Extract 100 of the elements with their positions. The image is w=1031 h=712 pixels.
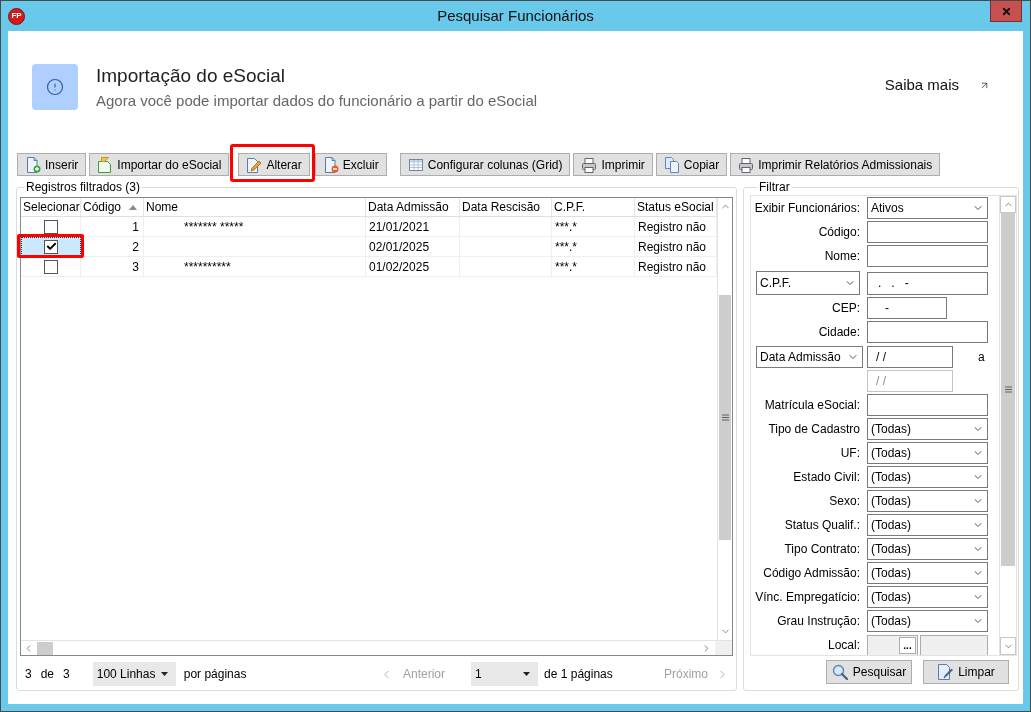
close-button[interactable] xyxy=(990,1,1022,22)
browse-button[interactable]: ... xyxy=(899,637,916,654)
delete-button[interactable]: Excluir xyxy=(314,153,387,176)
dropdown[interactable]: (Todas) xyxy=(867,466,988,488)
dropdown[interactable]: (Todas) xyxy=(867,514,988,536)
of-label: de xyxy=(40,666,55,683)
table-cell-text: ***.* xyxy=(555,238,577,256)
check-icon xyxy=(45,241,57,252)
dropdown[interactable]: (Todas) xyxy=(867,610,988,632)
column-header[interactable]: Status eSocial xyxy=(635,198,717,216)
dropdown[interactable]: (Todas) xyxy=(867,538,988,560)
table-cell-text: 21/01/2021 xyxy=(369,218,430,236)
insert-button[interactable]: Inserir xyxy=(17,153,87,176)
printer-icon xyxy=(581,156,598,173)
field-label: UF: xyxy=(840,445,860,462)
lookup-field[interactable] xyxy=(920,635,988,655)
page-count-label: de 1 páginas xyxy=(544,666,613,683)
dropdown[interactable]: (Todas) xyxy=(867,418,988,440)
banner-subtitle: Agora você pode importar dados do funcionário a partir do eSocial xyxy=(96,91,538,111)
input-field[interactable] xyxy=(867,221,988,243)
table-cell-text: ***.* xyxy=(555,218,577,236)
column-header[interactable]: Código xyxy=(81,198,144,216)
grip-icon xyxy=(721,414,729,421)
field-label: Exibir Funcionários: xyxy=(754,200,860,217)
table-cell-text: ***.* xyxy=(555,258,577,276)
window-title: Pesquisar Funcionários xyxy=(437,5,594,26)
column-header[interactable]: Selecionar xyxy=(21,198,81,216)
panel-title: Registros filtrados (3) xyxy=(25,180,142,194)
print-reports-button[interactable]: Imprimir Relatórios Admissionais xyxy=(730,153,941,176)
dropdown[interactable]: (Todas) xyxy=(867,442,988,464)
table-cell-text: ********** xyxy=(184,258,231,276)
input-field[interactable] xyxy=(867,321,988,343)
table-cell-text: Registro não xyxy=(638,218,707,236)
field-label: Código Admissão: xyxy=(763,565,860,582)
copy-icon xyxy=(663,156,680,173)
field-label: Estado Civil: xyxy=(793,469,860,486)
table-cell-text: 3 xyxy=(132,258,139,276)
field-label: Nome: xyxy=(824,248,860,265)
scrollbar-thumb[interactable] xyxy=(1001,213,1015,566)
input-field[interactable] xyxy=(867,394,988,416)
field-label: Local: xyxy=(827,637,860,654)
lookup-field[interactable]: ... xyxy=(867,635,918,655)
input-field[interactable] xyxy=(867,245,988,267)
scrollbar-thumb[interactable] xyxy=(719,295,731,540)
input-field[interactable]: - xyxy=(867,297,947,319)
document-minus-icon xyxy=(322,156,339,173)
page-size-label: por páginas xyxy=(183,666,247,683)
configure-columns-button[interactable]: Configurar colunas (Grid) xyxy=(399,153,571,176)
table-icon xyxy=(407,156,424,173)
print-button[interactable]: Imprimir xyxy=(573,153,653,176)
document-icon xyxy=(97,156,114,173)
field-label: Grau Instrução: xyxy=(777,613,860,630)
table-cell-text: Registro não xyxy=(638,238,707,256)
field-label: Tipo de Cadastro xyxy=(768,421,860,438)
column-header[interactable]: Data Rescisão xyxy=(460,198,552,216)
clear-button[interactable]: Limpar xyxy=(923,660,1009,684)
page-select[interactable]: 1 xyxy=(471,662,539,686)
edit-button[interactable]: Alterar xyxy=(238,153,310,176)
field-label: Código: xyxy=(818,224,860,241)
dropdown[interactable]: C.P.F. xyxy=(756,271,860,295)
field-label: Sexo: xyxy=(829,493,860,510)
record-count: 3 xyxy=(25,666,32,683)
dropdown[interactable]: (Todas) xyxy=(867,586,988,608)
table-cell-text: 01/02/2025 xyxy=(369,258,430,276)
dropdown[interactable]: Data Admissão xyxy=(756,346,863,368)
column-header[interactable]: C.P.F. xyxy=(552,198,635,216)
search-icon xyxy=(831,664,848,680)
checkbox[interactable] xyxy=(43,259,58,274)
field-label: Vínc. Empregatício: xyxy=(755,589,860,606)
dropdown[interactable]: Ativos xyxy=(867,197,988,219)
panel-title: Filtrar xyxy=(758,180,791,194)
checkbox[interactable] xyxy=(43,219,58,234)
page-size-select[interactable]: 100 Linhas xyxy=(92,662,176,686)
record-total: 3 xyxy=(63,666,70,683)
column-header[interactable]: Nome xyxy=(144,198,366,216)
scrollbar-thumb[interactable] xyxy=(37,641,53,655)
app-logo: FP xyxy=(8,7,25,25)
scrollbar-corner xyxy=(715,641,732,655)
table-cell-text: 1 xyxy=(132,218,139,236)
document-brush-icon xyxy=(937,664,954,680)
input-field[interactable]: . . - xyxy=(867,271,988,295)
learn-more-link[interactable]: Saiba mais xyxy=(884,74,990,97)
field-label: Cidade: xyxy=(818,324,860,341)
vertical-scrollbar[interactable] xyxy=(999,196,1016,655)
document-pencil-icon xyxy=(246,156,263,173)
caret-down-icon xyxy=(523,672,531,676)
dropdown[interactable]: (Todas) xyxy=(867,562,988,584)
table-cell-text: 2 xyxy=(132,238,139,256)
import-button[interactable]: Importar do eSocial xyxy=(89,153,230,176)
table-cell-text: Registro não xyxy=(638,258,707,276)
field-label: Matrícula eSocial: xyxy=(764,397,860,414)
checkbox[interactable] xyxy=(44,239,58,254)
field-label: CEP: xyxy=(832,300,860,317)
column-header[interactable]: Data Admissão xyxy=(366,198,460,216)
date-input[interactable]: / / xyxy=(867,346,953,368)
search-button[interactable]: Pesquisar xyxy=(826,660,912,684)
copy-button[interactable]: Copiar xyxy=(655,153,728,176)
vertical-scrollbar[interactable] xyxy=(717,198,732,640)
dropdown[interactable]: (Todas) xyxy=(867,490,988,512)
table-cell-text: ******* ***** xyxy=(184,218,244,236)
